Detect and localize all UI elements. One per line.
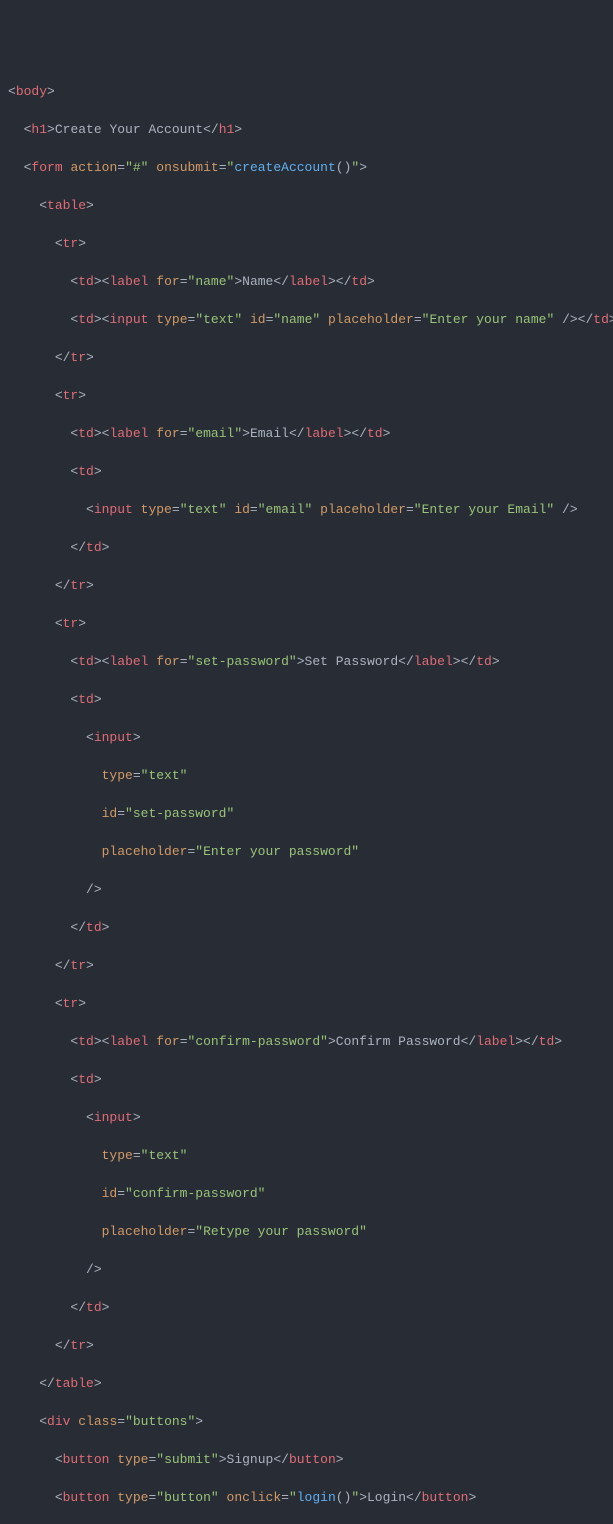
code-line[interactable]: <h1>Create Your Account</h1> xyxy=(8,120,605,139)
code-line[interactable]: </tr> xyxy=(8,348,605,367)
code-line[interactable]: </tr> xyxy=(8,576,605,595)
code-line[interactable]: placeholder="Enter your password" xyxy=(8,842,605,861)
code-line[interactable]: <input type="text" id="email" placeholde… xyxy=(8,500,605,519)
code-line[interactable]: <td> xyxy=(8,690,605,709)
code-line[interactable]: <table> xyxy=(8,196,605,215)
code-line[interactable]: <td><label for="email">Email</label></td… xyxy=(8,424,605,443)
code-line[interactable]: <input> xyxy=(8,1108,605,1127)
code-line[interactable]: type="text" xyxy=(8,1146,605,1165)
code-line[interactable]: <td><label for="set-password">Set Passwo… xyxy=(8,652,605,671)
code-line[interactable]: <td> xyxy=(8,462,605,481)
code-line[interactable]: <tr> xyxy=(8,234,605,253)
code-line[interactable]: <body> xyxy=(8,82,605,101)
code-line[interactable]: <tr> xyxy=(8,614,605,633)
code-line[interactable]: <td> xyxy=(8,1070,605,1089)
code-line[interactable]: /> xyxy=(8,880,605,899)
code-line[interactable]: <input> xyxy=(8,728,605,747)
code-line[interactable]: </table> xyxy=(8,1374,605,1393)
code-line[interactable]: placeholder="Retype your password" xyxy=(8,1222,605,1241)
code-line[interactable]: <form action="#" onsubmit="createAccount… xyxy=(8,158,605,177)
code-line[interactable]: </tr> xyxy=(8,1336,605,1355)
code-line[interactable]: <td><input type="text" id="name" placeho… xyxy=(8,310,605,329)
code-editor[interactable]: <body> <h1>Create Your Account</h1> <for… xyxy=(8,82,605,1524)
code-line[interactable]: <tr> xyxy=(8,386,605,405)
code-line[interactable]: <td><label for="confirm-password">Confir… xyxy=(8,1032,605,1051)
code-line[interactable]: id="confirm-password" xyxy=(8,1184,605,1203)
code-line[interactable]: <tr> xyxy=(8,994,605,1013)
code-line[interactable]: /> xyxy=(8,1260,605,1279)
code-line[interactable]: <div class="buttons"> xyxy=(8,1412,605,1431)
code-line[interactable]: <button type="submit">Signup</button> xyxy=(8,1450,605,1469)
code-line[interactable]: </tr> xyxy=(8,956,605,975)
code-line[interactable]: <td><label for="name">Name</label></td> xyxy=(8,272,605,291)
code-line[interactable]: </td> xyxy=(8,538,605,557)
code-line[interactable]: </td> xyxy=(8,1298,605,1317)
code-line[interactable]: id="set-password" xyxy=(8,804,605,823)
code-line[interactable]: <button type="button" onclick="login()">… xyxy=(8,1488,605,1507)
code-line[interactable]: </td> xyxy=(8,918,605,937)
code-line[interactable]: type="text" xyxy=(8,766,605,785)
